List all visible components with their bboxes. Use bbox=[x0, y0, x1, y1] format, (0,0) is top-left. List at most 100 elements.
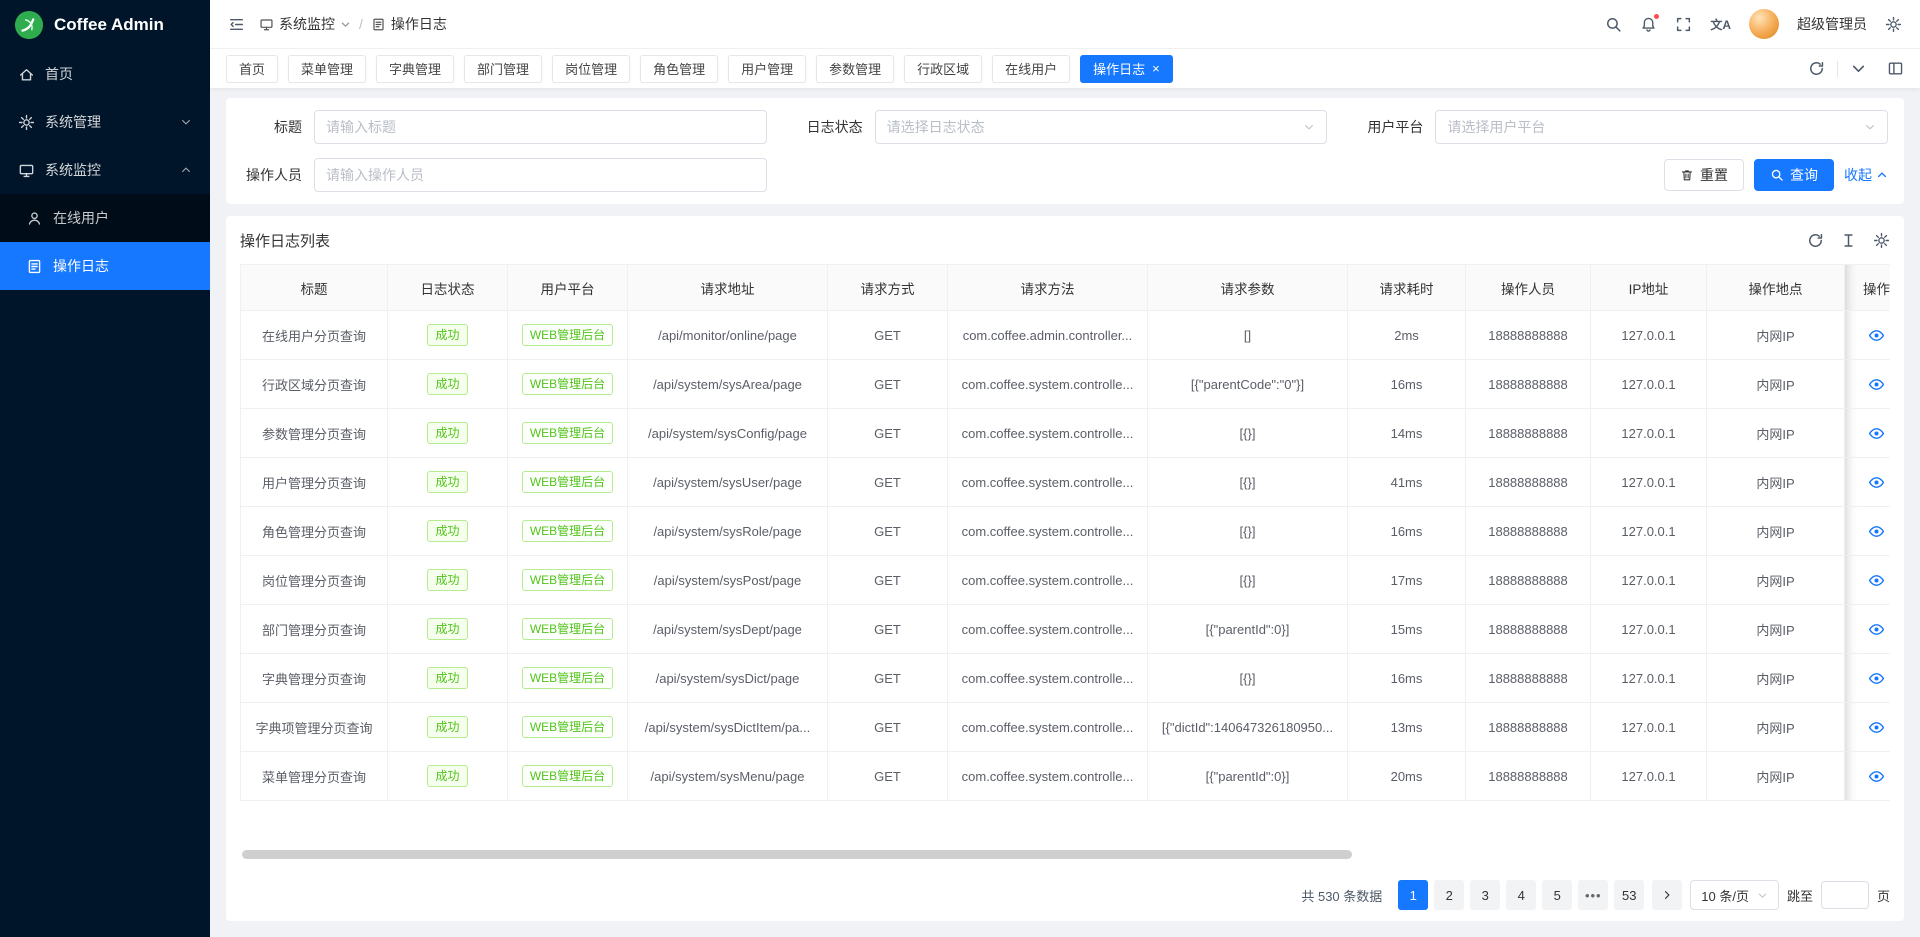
chevron-right-icon bbox=[1661, 889, 1673, 901]
breadcrumb-item-monitor[interactable]: 系统监控 bbox=[259, 14, 351, 34]
sidebar-item-operation-logs[interactable]: 操作日志 bbox=[0, 242, 210, 290]
tab[interactable]: 部门管理 bbox=[464, 55, 542, 83]
status-select[interactable]: 请选择日志状态 bbox=[875, 110, 1328, 144]
tab-close-icon[interactable]: × bbox=[1152, 62, 1160, 75]
page-button[interactable]: 3 bbox=[1470, 880, 1500, 910]
cell-title: 字典项管理分页查询 bbox=[241, 703, 388, 752]
fullscreen-icon[interactable] bbox=[1675, 16, 1692, 33]
sidebar-item-system-monitor[interactable]: 系统监控 bbox=[0, 146, 210, 194]
title-input[interactable] bbox=[314, 110, 767, 144]
language-icon[interactable]: 文A bbox=[1710, 16, 1731, 33]
filter-status-label: 日志状态 bbox=[803, 117, 863, 137]
tab-label: 岗位管理 bbox=[565, 59, 617, 78]
view-detail-eye-icon[interactable] bbox=[1868, 376, 1885, 393]
view-detail-eye-icon[interactable] bbox=[1868, 523, 1885, 540]
collapse-link-label: 收起 bbox=[1844, 165, 1872, 185]
jump-page-input[interactable] bbox=[1821, 881, 1869, 909]
cell-location: 内网IP bbox=[1707, 311, 1845, 360]
tab[interactable]: 参数管理 bbox=[816, 55, 894, 83]
tab[interactable]: 操作日志 × bbox=[1080, 55, 1173, 83]
platform-select[interactable]: 请选择用户平台 bbox=[1435, 110, 1888, 144]
view-detail-eye-icon[interactable] bbox=[1868, 621, 1885, 638]
sidebar-item-home[interactable]: 首页 bbox=[0, 50, 210, 98]
tab-options-chevron-icon[interactable] bbox=[1850, 60, 1867, 77]
settings-gear-icon[interactable] bbox=[1885, 16, 1902, 33]
refresh-icon[interactable] bbox=[1808, 60, 1825, 77]
cell-location: 内网IP bbox=[1707, 605, 1845, 654]
jump-unit: 页 bbox=[1877, 886, 1890, 905]
sidebar-item-system-management[interactable]: 系统管理 bbox=[0, 98, 210, 146]
tab[interactable]: 菜单管理 bbox=[288, 55, 366, 83]
collapse-link[interactable]: 收起 bbox=[1844, 165, 1888, 185]
column-header: 请求地址 bbox=[628, 265, 828, 311]
operator-input[interactable] bbox=[314, 158, 767, 192]
column-settings-gear-icon[interactable] bbox=[1873, 232, 1890, 249]
view-detail-eye-icon[interactable] bbox=[1868, 670, 1885, 687]
page-button[interactable]: 1 bbox=[1398, 880, 1428, 910]
view-detail-eye-icon[interactable] bbox=[1868, 327, 1885, 344]
reset-button[interactable]: 重置 bbox=[1664, 159, 1744, 191]
sidebar-item-label: 系统管理 bbox=[45, 112, 101, 132]
topbar-actions: 文A 超级管理员 bbox=[1605, 9, 1902, 39]
tab[interactable]: 首页 bbox=[226, 55, 278, 83]
cell-actions bbox=[1845, 654, 1891, 703]
horizontal-scrollbar[interactable] bbox=[242, 850, 1352, 859]
tab-label: 首页 bbox=[239, 59, 265, 78]
page-button[interactable]: 53 bbox=[1614, 880, 1644, 910]
sidebar: Coffee Admin 首页 系统管理 bbox=[0, 0, 210, 937]
view-detail-eye-icon[interactable] bbox=[1868, 768, 1885, 785]
cell-handler: com.coffee.system.controlle... bbox=[948, 360, 1148, 409]
layout-icon[interactable] bbox=[1887, 60, 1904, 77]
search-icon[interactable] bbox=[1605, 16, 1622, 33]
chevron-down-icon bbox=[340, 19, 351, 30]
column-header: 标题 bbox=[241, 265, 388, 311]
density-icon[interactable] bbox=[1840, 232, 1857, 249]
table-toolbar bbox=[1807, 232, 1890, 249]
table-title: 操作日志列表 bbox=[240, 230, 330, 251]
page-button[interactable]: 4 bbox=[1506, 880, 1536, 910]
page-button[interactable]: ••• bbox=[1578, 880, 1608, 910]
cell-location: 内网IP bbox=[1707, 507, 1845, 556]
table-row: 部门管理分页查询 成功 WEB管理后台 /api/system/sysDept/… bbox=[241, 605, 1891, 654]
view-detail-eye-icon[interactable] bbox=[1868, 474, 1885, 491]
avatar[interactable] bbox=[1749, 9, 1779, 39]
menu-fold-icon[interactable] bbox=[228, 16, 245, 33]
page-size-select[interactable]: 10 条/页 bbox=[1690, 880, 1779, 910]
tab[interactable]: 字典管理 bbox=[376, 55, 454, 83]
refresh-icon[interactable] bbox=[1807, 232, 1824, 249]
column-header: 请求方法 bbox=[948, 265, 1148, 311]
tab[interactable]: 用户管理 bbox=[728, 55, 806, 83]
view-detail-eye-icon[interactable] bbox=[1868, 719, 1885, 736]
cell-handler: com.coffee.system.controlle... bbox=[948, 605, 1148, 654]
cell-params: [] bbox=[1148, 311, 1348, 360]
current-user-name[interactable]: 超级管理员 bbox=[1797, 14, 1867, 34]
platform-badge: WEB管理后台 bbox=[522, 667, 613, 689]
cell-params: [{}] bbox=[1148, 409, 1348, 458]
cell-ip: 127.0.0.1 bbox=[1591, 654, 1707, 703]
cell-request-method: GET bbox=[828, 556, 948, 605]
status-badge: 成功 bbox=[427, 569, 467, 591]
view-detail-eye-icon[interactable] bbox=[1868, 572, 1885, 589]
cell-request-method: GET bbox=[828, 360, 948, 409]
sidebar-item-online-users[interactable]: 在线用户 bbox=[0, 194, 210, 242]
filter-operator-field: 操作人员 bbox=[242, 158, 767, 192]
divider bbox=[1837, 61, 1838, 77]
status-badge: 成功 bbox=[427, 422, 467, 444]
tab-label: 参数管理 bbox=[829, 59, 881, 78]
table-card-header: 操作日志列表 bbox=[240, 216, 1890, 264]
cell-duration: 15ms bbox=[1348, 605, 1466, 654]
next-page-button[interactable] bbox=[1652, 880, 1682, 910]
tab[interactable]: 行政区域 bbox=[904, 55, 982, 83]
tab[interactable]: 在线用户 bbox=[992, 55, 1070, 83]
view-detail-eye-icon[interactable] bbox=[1868, 425, 1885, 442]
tab[interactable]: 岗位管理 bbox=[552, 55, 630, 83]
page-button[interactable]: 2 bbox=[1434, 880, 1464, 910]
cell-actions bbox=[1845, 409, 1891, 458]
page-button[interactable]: 5 bbox=[1542, 880, 1572, 910]
tab[interactable]: 角色管理 bbox=[640, 55, 718, 83]
search-button[interactable]: 查询 bbox=[1754, 159, 1834, 191]
bell-icon[interactable] bbox=[1640, 16, 1657, 33]
cell-operator: 18888888888 bbox=[1466, 752, 1591, 801]
cell-request-url: /api/system/sysUser/page bbox=[628, 458, 828, 507]
cell-handler: com.coffee.system.controlle... bbox=[948, 458, 1148, 507]
